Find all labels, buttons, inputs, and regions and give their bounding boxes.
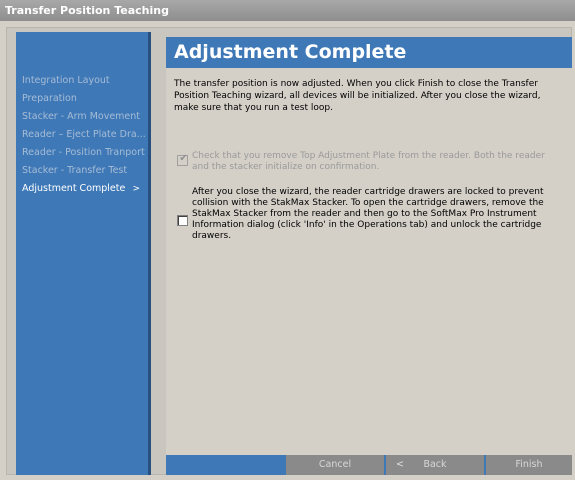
drawers-locked-checkbox-label: After you close the wizard, the reader c… (192, 187, 544, 241)
sidebar-item-reader-position-transport[interactable]: Reader - Position Tranport (22, 144, 146, 162)
remove-plate-checkbox: ✔ (177, 153, 188, 166)
wizard-footer: Cancel < Back Finish (166, 455, 572, 475)
drawers-locked-checkbox[interactable] (177, 215, 188, 226)
intro-text: The transfer position is now adjusted. W… (174, 79, 541, 113)
sidebar-item-label: Integration Layout (22, 75, 110, 86)
wizard-steps-list: Integration Layout Preparation Stacker -… (22, 72, 146, 198)
sidebar-item-adjustment-complete[interactable]: Adjustment Complete > (22, 180, 146, 198)
cancel-button[interactable]: Cancel (286, 455, 384, 475)
chevron-right-icon: > (132, 184, 140, 194)
back-button[interactable]: < Back (386, 455, 484, 475)
chevron-left-icon: < (396, 459, 404, 470)
sidebar-item-label: Stacker - Arm Movement (22, 111, 141, 122)
sidebar-item-integration-layout[interactable]: Integration Layout (22, 72, 146, 90)
sidebar-item-stacker-arm-movement[interactable]: Stacker - Arm Movement (22, 108, 146, 126)
wizard-steps-sidebar: Integration Layout Preparation Stacker -… (16, 32, 151, 475)
sidebar-item-label: Reader - Position Tranport (22, 147, 145, 158)
sidebar-item-preparation[interactable]: Preparation (22, 90, 146, 108)
back-button-label: Back (423, 459, 447, 470)
remove-plate-checkbox-label: Check that you remove Top Adjustment Pla… (192, 151, 545, 172)
sidebar-item-label: Adjustment Complete (22, 183, 126, 194)
sidebar-item-label: Preparation (22, 93, 77, 104)
checkmark-icon: ✔ (179, 153, 188, 164)
sidebar-item-label: Stacker - Transfer Test (22, 165, 128, 176)
sidebar-item-label: Reader – Eject Plate Dra... (22, 129, 146, 140)
sidebar-item-stacker-transfer-test[interactable]: Stacker - Transfer Test (22, 162, 146, 180)
window-title: Transfer Position Teaching (0, 0, 575, 21)
page-title: Adjustment Complete (166, 37, 572, 68)
sidebar-item-reader-eject-plate-drawer[interactable]: Reader – Eject Plate Dra... (22, 126, 146, 144)
wizard-window: Transfer Position Teaching Integration L… (0, 0, 575, 480)
content-panel (166, 68, 572, 455)
finish-button[interactable]: Finish (486, 455, 572, 475)
